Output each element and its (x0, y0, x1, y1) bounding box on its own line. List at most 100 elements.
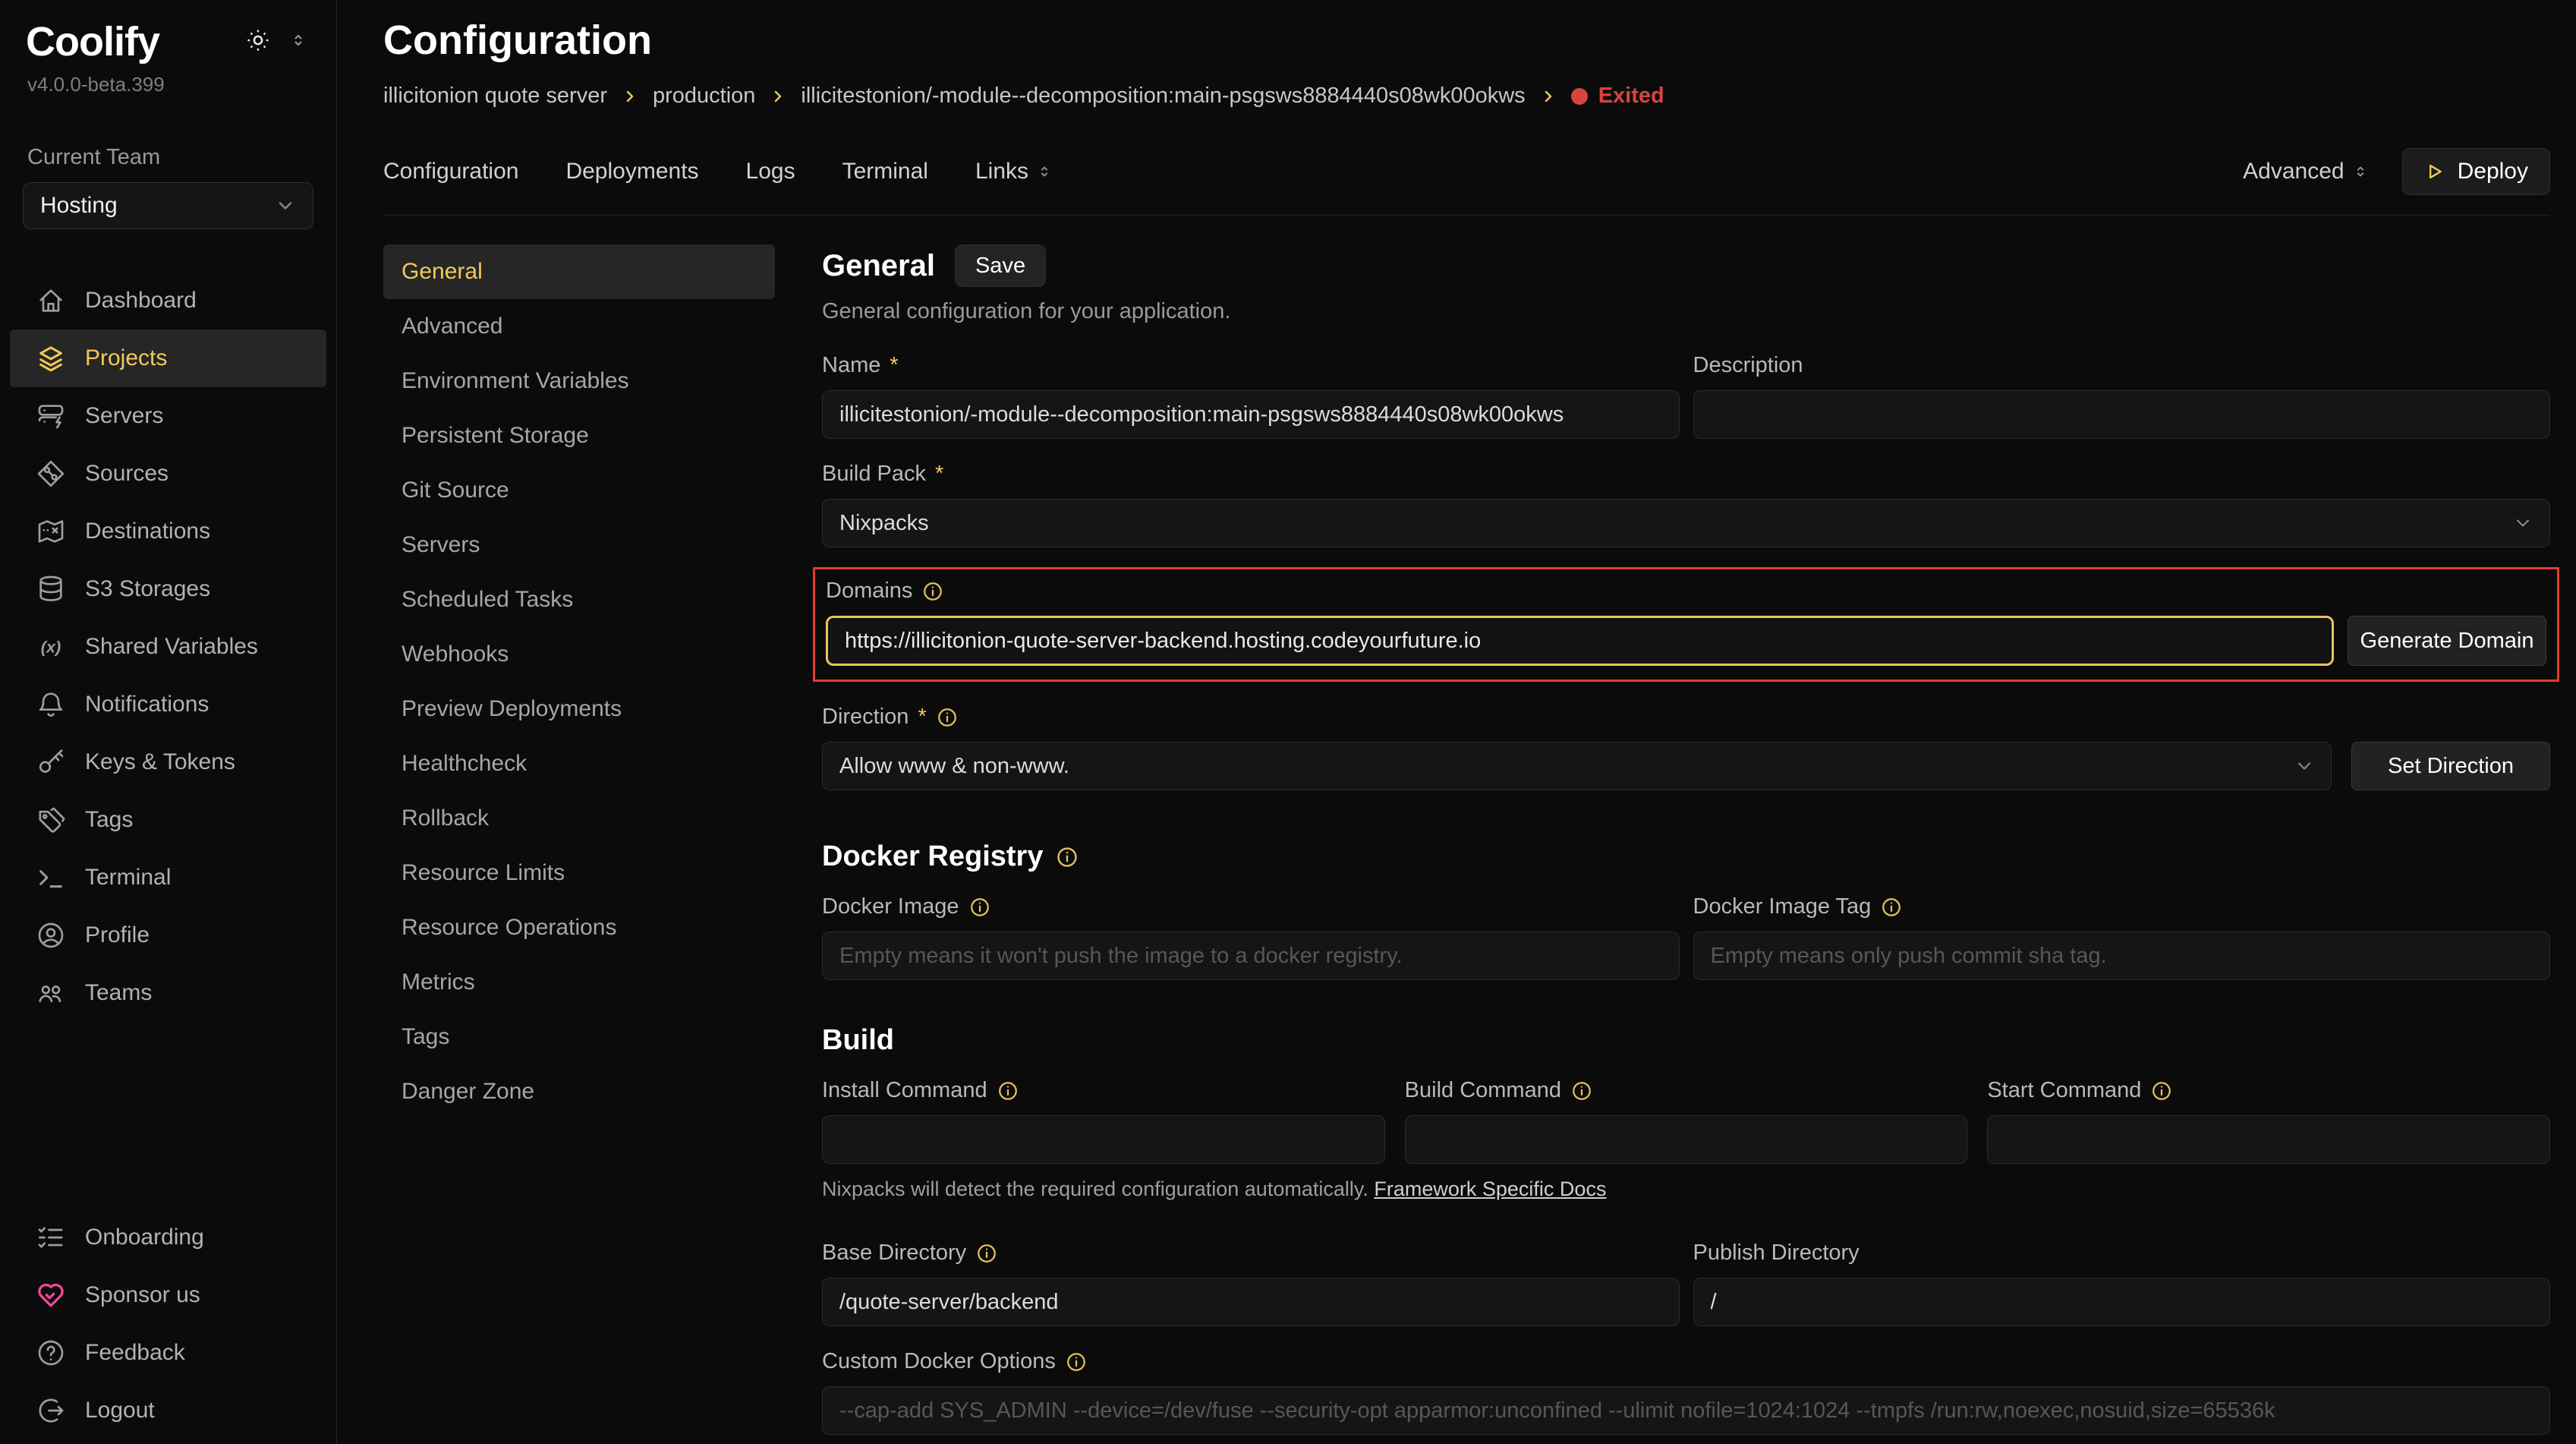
status-dot-icon (1571, 88, 1588, 105)
chevron-right-icon (621, 87, 639, 106)
subnav-danger-zone[interactable]: Danger Zone (383, 1064, 775, 1119)
tab-links[interactable]: Links (975, 159, 1053, 184)
subnav-scheduled-tasks[interactable]: Scheduled Tasks (383, 572, 775, 627)
subnav-environment-variables[interactable]: Environment Variables (383, 354, 775, 408)
logout-icon (35, 1395, 67, 1427)
key-icon (35, 746, 67, 778)
sidebar-item-keys-tokens[interactable]: Keys & Tokens (0, 733, 336, 791)
subnav-advanced[interactable]: Advanced (383, 299, 775, 354)
sidebar-item-terminal[interactable]: Terminal (0, 849, 336, 906)
info-icon (1055, 845, 1079, 869)
info-icon (936, 706, 959, 729)
subnav-rollback[interactable]: Rollback (383, 791, 775, 846)
install-command-label: Install Command (822, 1078, 987, 1103)
sidebar-item-notifications[interactable]: Notifications (0, 676, 336, 733)
description-label: Description (1693, 353, 1803, 378)
tab-configuration[interactable]: Configuration (383, 159, 518, 184)
subnav-webhooks[interactable]: Webhooks (383, 627, 775, 682)
required-asterisk: * (935, 462, 943, 487)
sidebar-item-teams[interactable]: Teams (0, 964, 336, 1022)
variable-icon: (x) (35, 631, 67, 663)
build-command-input[interactable] (1405, 1115, 1968, 1164)
info-icon (1065, 1351, 1088, 1373)
breadcrumb-project[interactable]: illicitonion quote server (383, 84, 607, 109)
sidebar-item-onboarding[interactable]: Onboarding (0, 1209, 336, 1266)
required-asterisk: * (918, 705, 926, 730)
tab-deployments[interactable]: Deployments (565, 159, 698, 184)
name-input[interactable] (822, 390, 1680, 439)
collapse-sidebar-icon[interactable] (289, 31, 307, 49)
theme-sun-icon[interactable] (245, 27, 271, 53)
base-directory-field-group: Base Directory (822, 1241, 1680, 1326)
subnav-metrics[interactable]: Metrics (383, 955, 775, 1010)
build-command-label: Build Command (1405, 1078, 1561, 1103)
breadcrumb: illicitonion quote server production ill… (383, 84, 2550, 109)
tab-logs[interactable]: Logs (746, 159, 795, 184)
chevron-right-icon (1539, 87, 1557, 106)
start-command-field-group: Start Command (1987, 1078, 2550, 1164)
docker-image-tag-field-group: Docker Image Tag (1693, 894, 2551, 980)
build-pack-field-group: Build Pack * Nixpacks (822, 462, 2550, 547)
subnav-preview-deployments[interactable]: Preview Deployments (383, 682, 775, 736)
unfold-icon (1036, 163, 1053, 180)
breadcrumb-application[interactable]: illicitestonion/-module--decomposition:m… (801, 84, 1525, 109)
framework-docs-link[interactable]: Framework Specific Docs (1374, 1178, 1606, 1200)
description-input[interactable] (1693, 390, 2551, 439)
base-directory-input[interactable] (822, 1278, 1680, 1326)
sidebar-item-projects[interactable]: Projects (10, 329, 326, 387)
layers-icon (35, 342, 67, 374)
sidebar-item-sources[interactable]: Sources (0, 445, 336, 503)
tab-terminal[interactable]: Terminal (842, 159, 928, 184)
sidebar-item-profile[interactable]: Profile (0, 906, 336, 964)
sidebar-item-s3-storages[interactable]: S3 Storages (0, 560, 336, 618)
custom-docker-options-input[interactable] (822, 1386, 2550, 1435)
start-command-input[interactable] (1987, 1115, 2550, 1164)
server-icon (35, 400, 67, 432)
sidebar-item-destinations[interactable]: Destinations (0, 503, 336, 560)
generate-domain-button[interactable]: Generate Domain (2348, 616, 2546, 666)
docker-image-tag-input[interactable] (1693, 932, 2551, 980)
section-subtitle: General configuration for your applicati… (822, 299, 2550, 324)
bell-icon (35, 689, 67, 720)
publish-directory-input[interactable] (1693, 1278, 2551, 1326)
description-field-group: Description (1693, 353, 2551, 439)
sidebar-item-servers[interactable]: Servers (0, 387, 336, 445)
deploy-button[interactable]: Deploy (2402, 148, 2550, 195)
sidebar: Coolify v4.0.0-beta.399 Current Team Hos… (0, 0, 337, 1444)
subnav-tags[interactable]: Tags (383, 1010, 775, 1064)
map-icon (35, 515, 67, 547)
advanced-selector[interactable]: Advanced (2243, 159, 2368, 184)
subnav-resource-limits[interactable]: Resource Limits (383, 846, 775, 900)
direction-label: Direction (822, 705, 909, 730)
install-command-input[interactable] (822, 1115, 1385, 1164)
docker-image-input[interactable] (822, 932, 1680, 980)
subnav-persistent-storage[interactable]: Persistent Storage (383, 408, 775, 463)
general-form: General Save General configuration for y… (822, 244, 2550, 1444)
sidebar-item-sponsor[interactable]: Sponsor us (0, 1266, 336, 1324)
section-title-general: General (822, 249, 935, 283)
breadcrumb-environment[interactable]: production (653, 84, 755, 109)
team-select[interactable]: Hosting (23, 182, 313, 229)
sidebar-item-logout[interactable]: Logout (0, 1382, 336, 1439)
sidebar-item-tags[interactable]: Tags (0, 791, 336, 849)
build-pack-select[interactable]: Nixpacks (822, 499, 2550, 547)
direction-select[interactable]: Allow www & non-www. (822, 742, 2332, 790)
sidebar-item-dashboard[interactable]: Dashboard (0, 272, 336, 329)
build-title: Build (822, 1024, 894, 1057)
docker-image-tag-label: Docker Image Tag (1693, 894, 1872, 919)
subnav-resource-operations[interactable]: Resource Operations (383, 900, 775, 955)
sidebar-item-feedback[interactable]: Feedback (0, 1324, 336, 1382)
subnav-git-source[interactable]: Git Source (383, 463, 775, 518)
base-directory-label: Base Directory (822, 1241, 966, 1266)
subnav-general[interactable]: General (383, 244, 775, 299)
domains-input[interactable] (826, 616, 2334, 666)
subnav-healthcheck[interactable]: Healthcheck (383, 736, 775, 791)
help-icon (35, 1337, 67, 1369)
save-button[interactable]: Save (955, 244, 1046, 287)
set-direction-button[interactable]: Set Direction (2351, 742, 2550, 790)
docker-image-label: Docker Image (822, 894, 959, 919)
sidebar-item-shared-variables[interactable]: (x) Shared Variables (0, 618, 336, 676)
subnav-servers[interactable]: Servers (383, 518, 775, 572)
app-version: v4.0.0-beta.399 (27, 73, 336, 96)
git-icon (35, 458, 67, 490)
